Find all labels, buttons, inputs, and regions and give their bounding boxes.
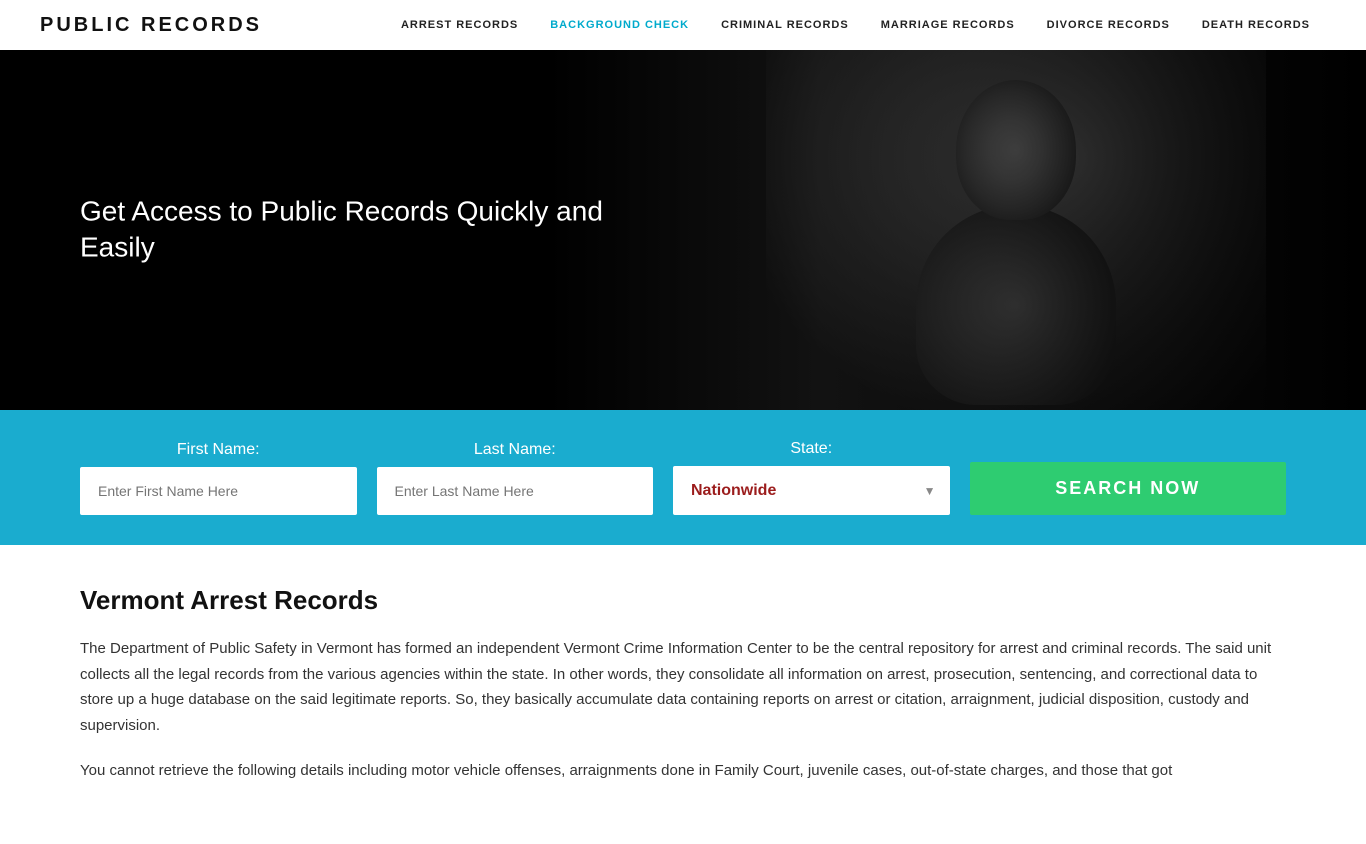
site-logo: PUBLIC RECORDS — [40, 14, 262, 37]
first-name-input[interactable] — [80, 467, 357, 515]
state-field: State: Nationwide Alabama Alaska Arizona… — [673, 440, 950, 515]
nav-background-check[interactable]: BACKGROUND CHECK — [534, 0, 705, 50]
content-paragraph-1: The Department of Public Safety in Vermo… — [80, 636, 1286, 738]
last-name-label: Last Name: — [377, 441, 654, 459]
main-content: Vermont Arrest Records The Department of… — [0, 545, 1366, 844]
last-name-input[interactable] — [377, 467, 654, 515]
nav-death-records[interactable]: DEATH RECORDS — [1186, 0, 1326, 50]
nav-criminal-records[interactable]: CRIMINAL RECORDS — [705, 0, 865, 50]
hero-section: Get Access to Public Records Quickly and… — [0, 50, 1366, 410]
content-paragraph-2: You cannot retrieve the following detail… — [80, 758, 1286, 784]
state-select-wrapper: Nationwide Alabama Alaska Arizona Arkans… — [673, 466, 950, 515]
main-nav: ARREST RECORDS BACKGROUND CHECK CRIMINAL… — [385, 0, 1326, 50]
hero-content: Get Access to Public Records Quickly and… — [80, 194, 630, 267]
state-label: State: — [673, 440, 950, 458]
nav-arrest-records[interactable]: ARREST RECORDS — [385, 0, 534, 50]
nav-divorce-records[interactable]: DIVORCE RECORDS — [1031, 0, 1186, 50]
hero-title: Get Access to Public Records Quickly and… — [80, 194, 630, 267]
nav-marriage-records[interactable]: MARRIAGE RECORDS — [865, 0, 1031, 50]
state-select[interactable]: Nationwide Alabama Alaska Arizona Arkans… — [673, 466, 950, 515]
first-name-field: First Name: — [80, 441, 357, 515]
first-name-label: First Name: — [80, 441, 357, 459]
search-button[interactable]: SEARCH NOW — [970, 462, 1287, 515]
content-heading: Vermont Arrest Records — [80, 585, 1286, 616]
header: PUBLIC RECORDS ARREST RECORDS BACKGROUND… — [0, 0, 1366, 50]
last-name-field: Last Name: — [377, 441, 654, 515]
search-bar: First Name: Last Name: State: Nationwide… — [0, 410, 1366, 545]
